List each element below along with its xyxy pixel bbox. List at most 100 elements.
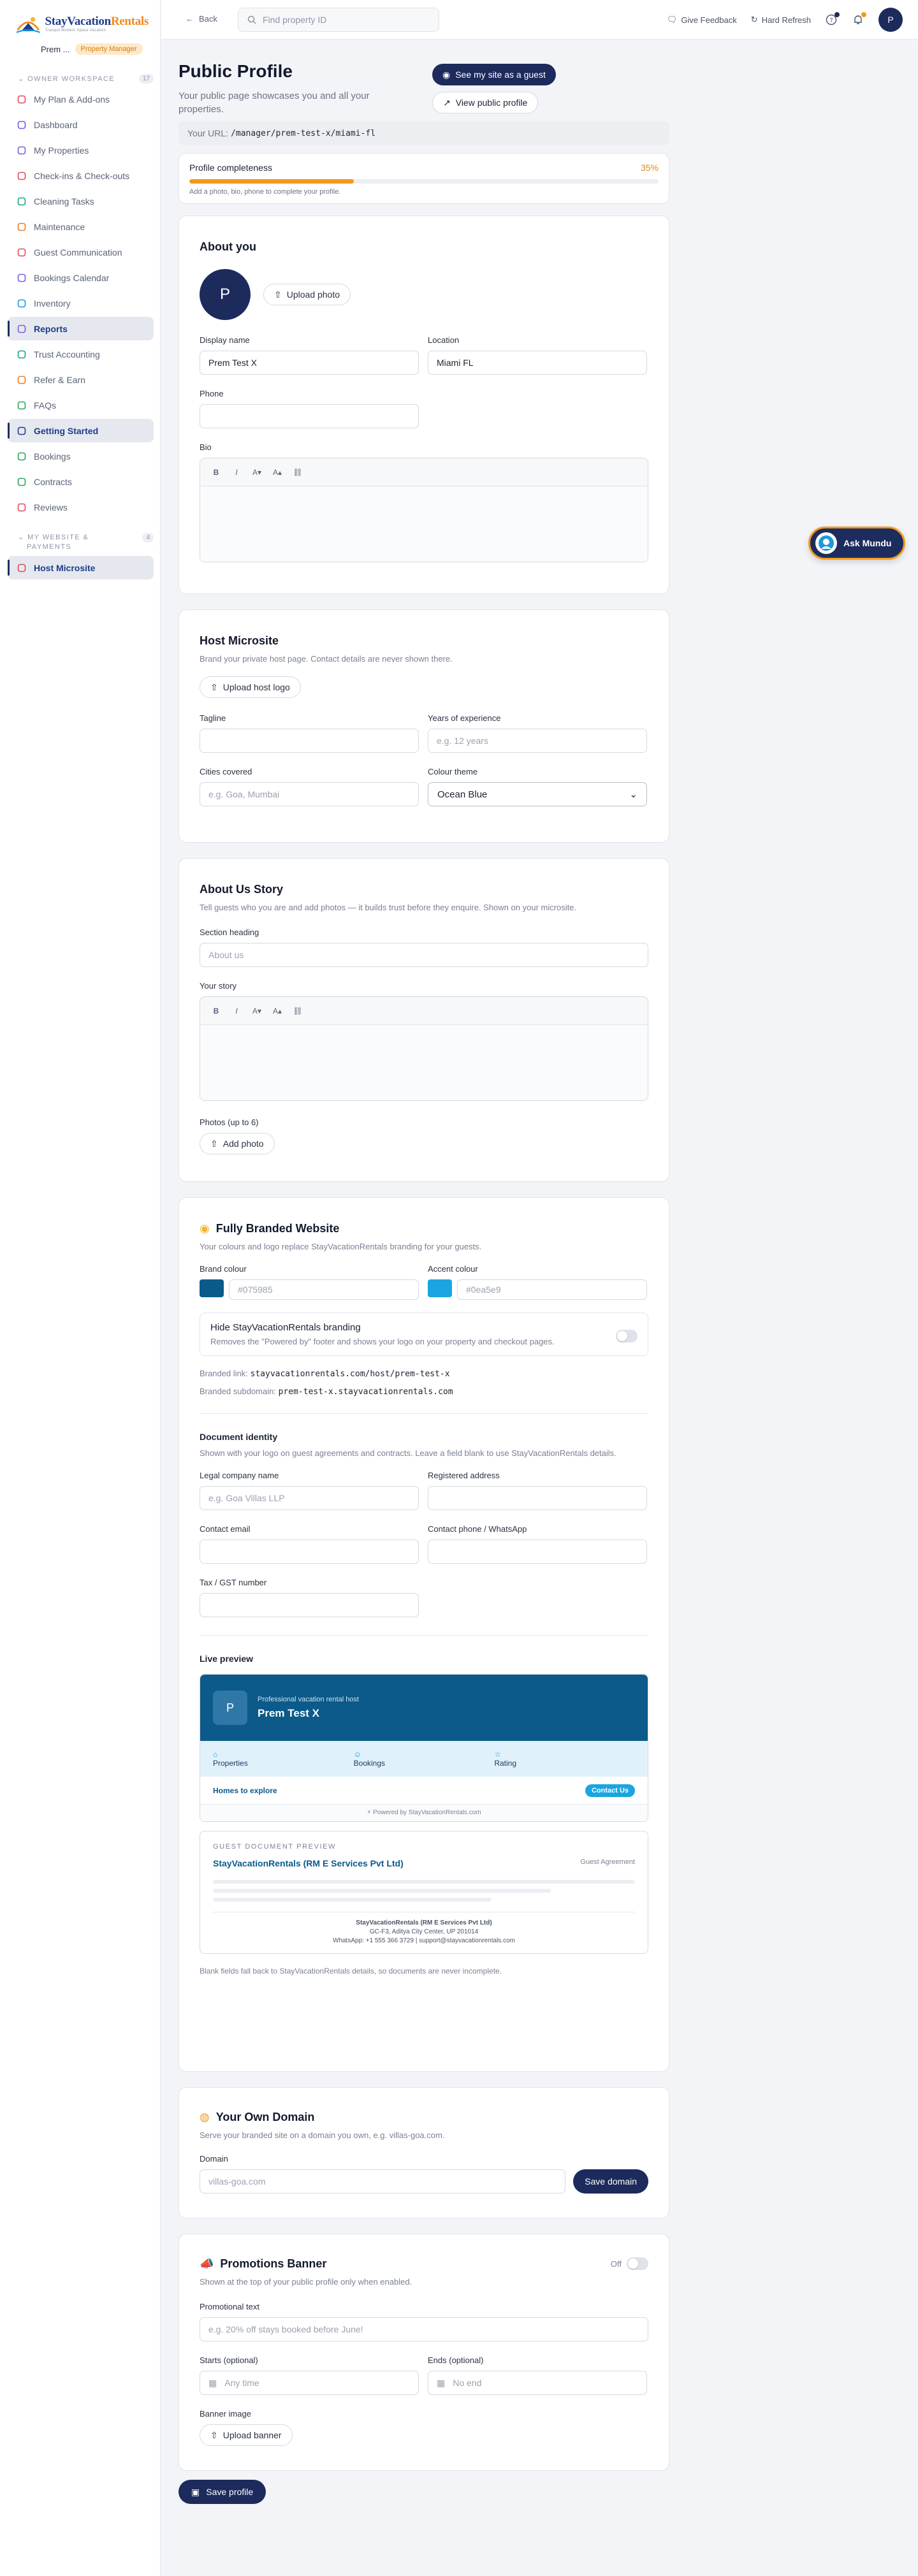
starts-input[interactable]: ▦ Any time (200, 2371, 419, 2395)
brand-colour-swatch[interactable] (200, 1279, 224, 1297)
preview-stat-bookings: Bookings (353, 1759, 386, 1768)
hide-branding-toggle[interactable] (616, 1330, 638, 1343)
tagline-input[interactable] (200, 729, 419, 753)
search-input[interactable]: Find property ID (238, 8, 439, 32)
see-as-guest-button[interactable]: ◉ See my site as a guest (432, 64, 556, 85)
nav-section-label: OWNER WORKSPACE (27, 75, 115, 83)
upload-photo-button[interactable]: ⇧ Upload photo (263, 284, 351, 305)
ask-mundu-button[interactable]: Ask Mundu (808, 527, 905, 560)
user-line[interactable]: Prem ... Property Manager (41, 43, 149, 55)
give-feedback-button[interactable]: 🗨 Give Feedback (667, 15, 737, 25)
sidebar-item-label: Getting Started (34, 425, 99, 436)
sidebar-item-dashboard[interactable]: Dashboard (8, 113, 154, 136)
phone-input[interactable] (200, 404, 419, 428)
sidebar-item-label: Guest Communication (34, 247, 122, 258)
sidebar-item-cleaning-tasks[interactable]: Cleaning Tasks (8, 189, 154, 213)
cities-input[interactable]: e.g. Goa, Mumbai (200, 782, 419, 806)
bold-icon[interactable]: B (209, 468, 223, 477)
font-decrease-icon[interactable]: A▾ (250, 1007, 264, 1015)
user-avatar[interactable]: P (878, 8, 903, 32)
save-profile-button[interactable]: ▣ Save profile (178, 2480, 266, 2504)
registered-address-input[interactable] (428, 1486, 647, 1510)
promo-desc: Shown at the top of your public profile … (200, 2277, 412, 2287)
nav-icon (17, 426, 27, 436)
font-decrease-icon[interactable]: A▾ (250, 468, 264, 477)
logo[interactable]: StayVacationRentals Tranquil Modern Spac… (15, 11, 149, 36)
phone-label: Phone (200, 389, 224, 398)
branded-title: Fully Branded Website (215, 1222, 340, 1235)
nav-section-label: MY WEBSITE & (27, 534, 89, 541)
nav-section-label-2: PAYMENTS (27, 543, 72, 551)
upload-host-logo-button[interactable]: ⇧ Upload host logo (200, 676, 301, 698)
sidebar-item-bookings-calendar[interactable]: Bookings Calendar (8, 266, 154, 289)
notifications-button[interactable] (852, 12, 866, 26)
italic-icon[interactable]: I (229, 1007, 244, 1015)
sidebar-item-label: Refer & Earn (34, 374, 85, 385)
tax-input[interactable] (200, 1593, 419, 1617)
story-text-area[interactable] (200, 1025, 648, 1100)
branded-subdomain-value[interactable]: prem-test-x.stayvacationrentals.com (279, 1387, 453, 1397)
sidebar-item-contracts[interactable]: Contracts (8, 470, 154, 493)
hard-refresh-button[interactable]: ↻ Hard Refresh (751, 15, 811, 25)
sidebar-item-bookings[interactable]: Bookings (8, 444, 154, 468)
accent-colour-input[interactable]: #0ea5e9 (457, 1279, 647, 1300)
promo-toggle[interactable] (627, 2257, 648, 2270)
colour-theme-select[interactable]: Ocean Blue ⌄ (428, 782, 647, 806)
display-name-input[interactable]: Prem Test X (200, 351, 419, 375)
story-editor[interactable]: B I A▾ A▴ ⛓ (200, 996, 648, 1101)
location-input[interactable]: Miami FL (428, 351, 647, 375)
contact-email-input[interactable] (200, 1539, 419, 1564)
sidebar-item-refer-earn[interactable]: Refer & Earn (8, 368, 154, 391)
ends-input[interactable]: ▦ No end (428, 2371, 647, 2395)
sidebar-item-faqs[interactable]: FAQs (8, 393, 154, 417)
link-icon[interactable]: ⛓ (291, 1007, 305, 1015)
bold-icon[interactable]: B (209, 1007, 223, 1015)
sidebar-item-reviews[interactable]: Reviews (8, 495, 154, 519)
preview-contact-button[interactable]: Contact Us (585, 1784, 635, 1797)
view-public-profile-button[interactable]: ↗ View public profile (432, 92, 539, 113)
contact-phone-input[interactable] (428, 1539, 647, 1564)
nav-section-website[interactable]: ⌄ MY WEBSITE & PAYMENTS 4 (0, 533, 160, 552)
sidebar-item-check-ins-check-outs[interactable]: Check-ins & Check-outs (8, 164, 154, 187)
accent-colour-swatch[interactable] (428, 1279, 452, 1297)
help-button[interactable]: ? (825, 12, 840, 26)
nav-section-owner[interactable]: ⌄ OWNER WORKSPACE 17 (0, 74, 160, 84)
brand-colour-input[interactable]: #075985 (229, 1279, 419, 1300)
sidebar-item-label: Check-ins & Check-outs (34, 170, 130, 181)
sidebar-item-guest-communication[interactable]: Guest Communication (8, 240, 154, 264)
bio-text-area[interactable] (200, 486, 648, 562)
years-input[interactable]: e.g. 12 years (428, 729, 647, 753)
upload-banner-button[interactable]: ⇧ Upload banner (200, 2424, 293, 2446)
company-name-input[interactable]: e.g. Goa Villas LLP (200, 1486, 419, 1510)
sidebar-item-reports[interactable]: Reports (8, 317, 154, 340)
domain-input[interactable]: villas-goa.com (200, 2169, 566, 2194)
company-name-label: Legal company name (200, 1471, 279, 1480)
sidebar-item-trust-accounting[interactable]: Trust Accounting (8, 342, 154, 366)
font-increase-icon[interactable]: A▴ (270, 468, 284, 477)
url-value[interactable]: /manager/prem-test-x/miami-fl (231, 129, 375, 138)
sidebar-item-my-properties[interactable]: My Properties (8, 138, 154, 162)
chevron-down-icon: ⌄ (18, 75, 28, 83)
sidebar-item-maintenance[interactable]: Maintenance (8, 215, 154, 238)
font-increase-icon[interactable]: A▴ (270, 1007, 284, 1015)
bio-editor[interactable]: B I A▾ A▴ ⛓ (200, 458, 648, 562)
sidebar-item-inventory[interactable]: Inventory (8, 291, 154, 315)
sidebar-item-host-microsite[interactable]: Host Microsite (8, 556, 154, 579)
back-button[interactable]: ← Back (186, 14, 217, 24)
nav-icon (17, 298, 27, 309)
section-heading-input[interactable]: About us (200, 943, 648, 967)
save-domain-button[interactable]: Save domain (573, 2169, 648, 2194)
location-label: Location (428, 335, 460, 345)
add-photo-label: Add photo (222, 1139, 264, 1149)
italic-icon[interactable]: I (229, 468, 244, 477)
promo-text-input[interactable]: e.g. 20% off stays booked before June! (200, 2317, 648, 2341)
doc-line (213, 1880, 635, 1884)
contact-phone-label: Contact phone / WhatsApp (428, 1524, 527, 1534)
document-identity-title: Document identity (200, 1432, 278, 1442)
live-preview-title: Live preview (200, 1654, 254, 1664)
sidebar-item-getting-started[interactable]: Getting Started (8, 419, 154, 442)
branded-link-value[interactable]: stayvacationrentals.com/host/prem-test-x (251, 1369, 450, 1379)
sidebar-item-my-plan-add-ons[interactable]: My Plan & Add-ons (8, 87, 154, 111)
add-photo-button[interactable]: ⇧ Add photo (200, 1133, 275, 1154)
link-icon[interactable]: ⛓ (291, 468, 305, 477)
